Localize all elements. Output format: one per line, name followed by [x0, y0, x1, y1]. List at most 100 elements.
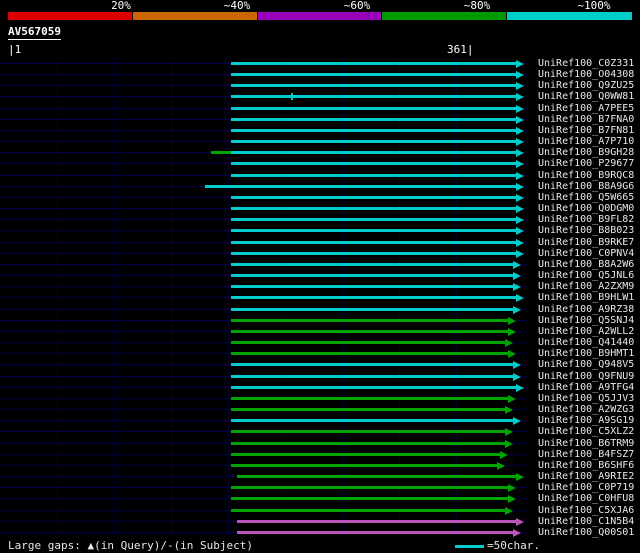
hit-label[interactable]: UniRef100_Q5SNJ4 — [538, 315, 634, 326]
hit-bar[interactable] — [231, 453, 500, 456]
hit-label[interactable]: UniRef100_C0PNV4 — [538, 248, 634, 259]
hit-bar[interactable] — [211, 151, 231, 154]
hit-bar[interactable] — [231, 442, 505, 445]
alignment-row: UniRef100_B6SHF6 — [0, 460, 640, 471]
hit-bar[interactable] — [231, 73, 516, 76]
hit-label[interactable]: UniRef100_B9RQC8 — [538, 170, 634, 181]
hit-bar[interactable] — [231, 196, 516, 199]
hit-label[interactable]: UniRef100_B9HMT1 — [538, 348, 634, 359]
hit-arrowhead — [508, 494, 516, 503]
hit-bar[interactable] — [231, 241, 516, 244]
hit-label[interactable]: UniRef100_Q0DGM0 — [538, 203, 634, 214]
hit-bar[interactable] — [205, 185, 516, 188]
alignment-row: UniRef100_B6TRM9 — [0, 438, 640, 449]
hit-bar[interactable] — [231, 397, 508, 400]
hit-bar[interactable] — [231, 464, 497, 467]
hit-label[interactable]: UniRef100_C0Z331 — [538, 58, 634, 69]
hit-label[interactable]: UniRef100_Q41440 — [538, 337, 634, 348]
hit-label[interactable]: UniRef100_B8B023 — [538, 225, 634, 236]
hit-label[interactable]: UniRef100_B7FN81 — [538, 125, 634, 136]
hit-label[interactable]: UniRef100_A2ZXM9 — [538, 281, 634, 292]
hit-label[interactable]: UniRef100_B4FSZ7 — [538, 449, 634, 460]
hit-bar[interactable] — [231, 229, 516, 232]
hit-bar[interactable] — [231, 174, 516, 177]
hit-label[interactable]: UniRef100_A2WZG3 — [538, 404, 634, 415]
hit-label[interactable]: UniRef100_A9TFG4 — [538, 382, 634, 393]
hit-bar[interactable] — [231, 509, 505, 512]
hit-arrowhead — [516, 137, 524, 146]
hit-label[interactable]: UniRef100_Q0WW81 — [538, 91, 634, 102]
hit-label[interactable]: UniRef100_B9GH28 — [538, 147, 634, 158]
hit-label[interactable]: UniRef100_A9RIE2 — [538, 471, 634, 482]
hit-label[interactable]: UniRef100_B6SHF6 — [538, 460, 634, 471]
hit-bar[interactable] — [231, 218, 516, 221]
hit-label[interactable]: UniRef100_B8A2W6 — [538, 259, 634, 270]
hit-arrowhead — [516, 148, 524, 157]
hit-label[interactable]: UniRef100_Q9FNU9 — [538, 371, 634, 382]
hit-bar[interactable] — [231, 386, 516, 389]
hit-label[interactable]: UniRef100_A2WLL2 — [538, 326, 634, 337]
hit-bar[interactable] — [231, 375, 513, 378]
hit-bar[interactable] — [231, 497, 508, 500]
hit-label[interactable]: UniRef100_C0HFU8 — [538, 493, 634, 504]
alignment-row: UniRef100_A7P710 — [0, 136, 640, 147]
hit-bar[interactable] — [231, 252, 516, 255]
hit-label[interactable]: UniRef100_O04308 — [538, 69, 634, 80]
hit-bar[interactable] — [231, 140, 516, 143]
hit-bar[interactable] — [231, 207, 516, 210]
hit-label[interactable]: UniRef100_A9RZ38 — [538, 304, 634, 315]
hit-label[interactable]: UniRef100_C5XLZ2 — [538, 426, 634, 437]
hit-bar[interactable] — [231, 408, 505, 411]
hit-label[interactable]: UniRef100_B9FL82 — [538, 214, 634, 225]
hit-bar[interactable] — [237, 531, 513, 534]
hit-bar[interactable] — [237, 520, 516, 523]
hit-bar[interactable] — [231, 486, 508, 489]
hit-bar[interactable] — [231, 430, 505, 433]
hit-label[interactable]: UniRef100_C0P719 — [538, 482, 634, 493]
hit-label[interactable]: UniRef100_A7PEE5 — [538, 103, 634, 114]
hit-label[interactable]: UniRef100_Q9ZU25 — [538, 80, 634, 91]
hit-bar[interactable] — [231, 95, 516, 98]
hit-label[interactable]: UniRef100_B8A9G6 — [538, 181, 634, 192]
hit-label[interactable]: UniRef100_B9HLW1 — [538, 292, 634, 303]
hit-label[interactable]: UniRef100_Q5JNL6 — [538, 270, 634, 281]
legend-scale-line — [455, 545, 484, 548]
hit-bar[interactable] — [231, 285, 513, 288]
hit-arrowhead — [516, 193, 524, 202]
hit-label[interactable]: UniRef100_C1N5B4 — [538, 516, 634, 527]
hit-bar[interactable] — [231, 363, 513, 366]
hit-bar[interactable] — [231, 274, 513, 277]
hit-bar[interactable] — [231, 352, 508, 355]
hit-bar[interactable] — [231, 84, 516, 87]
hit-bar[interactable] — [231, 263, 513, 266]
hit-label[interactable]: UniRef100_C5XJA6 — [538, 505, 634, 516]
hit-label[interactable]: UniRef100_A9SG19 — [538, 415, 634, 426]
hit-arrowhead — [513, 271, 521, 280]
hit-bar[interactable] — [231, 296, 516, 299]
hit-bar[interactable] — [231, 151, 516, 154]
hit-bar[interactable] — [231, 162, 516, 165]
hit-bar[interactable] — [231, 330, 508, 333]
alignment-row: UniRef100_A9TFG4 — [0, 382, 640, 393]
hit-bar[interactable] — [237, 475, 516, 478]
hit-label[interactable]: UniRef100_B9RKE7 — [538, 237, 634, 248]
hit-label[interactable]: UniRef100_P29677 — [538, 158, 634, 169]
hit-label[interactable]: UniRef100_A7P710 — [538, 136, 634, 147]
hit-label[interactable]: UniRef100_Q5JJV3 — [538, 393, 634, 404]
hit-arrowhead — [508, 316, 516, 325]
alignment-plot: |1 361| UniRef100_C0Z331 UniRef100_O04308… — [0, 0, 640, 553]
hit-bar[interactable] — [231, 107, 516, 110]
hit-bar[interactable] — [231, 341, 505, 344]
hit-bar[interactable] — [231, 319, 508, 322]
hit-bar[interactable] — [231, 419, 513, 422]
hit-bar[interactable] — [231, 118, 516, 121]
alignment-row: UniRef100_Q5JJV3 — [0, 393, 640, 404]
hit-bar[interactable] — [231, 62, 516, 65]
hit-label[interactable]: UniRef100_Q5W665 — [538, 192, 634, 203]
hit-label[interactable]: UniRef100_Q948V5 — [538, 359, 634, 370]
hit-label[interactable]: UniRef100_Q00S01 — [538, 527, 634, 538]
hit-label[interactable]: UniRef100_B6TRM9 — [538, 438, 634, 449]
hit-bar[interactable] — [231, 308, 513, 311]
hit-label[interactable]: UniRef100_B7FNA0 — [538, 114, 634, 125]
hit-bar[interactable] — [231, 129, 516, 132]
